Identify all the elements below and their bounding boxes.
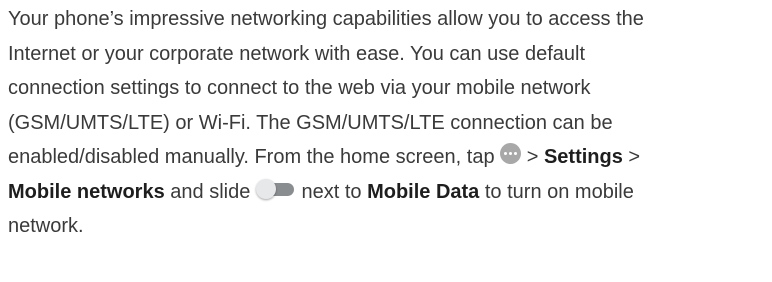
text-and-slide: and slide [170,180,251,203]
text-next-to: next to [301,180,362,203]
apps-icon [500,143,522,165]
mobile-data-label: Mobile Data [367,180,480,203]
text-line-3: connection settings to connect to the we… [8,77,591,99]
toggle-switch-icon [255,179,296,200]
text-line-7: network. [8,215,84,237]
settings-label: Settings [543,146,623,168]
text-line-2: Internet or your corporate network with … [8,42,586,65]
text-line-1: Your phone’s impressive networking capab… [8,8,644,30]
arrow-separator-2: > [628,146,641,168]
mobile-networks-label: Mobile networks [8,180,165,203]
text-line-4: (GSM/UMTS/LTE) or Wi-Fi. The GSM/UMTS/LT… [8,111,613,134]
text-line-5-start: enabled/disabled manually. From the home… [8,146,495,168]
text-turn-on: to turn on mobile [484,180,634,203]
text-line-6: Mobile networks and slide next to Mobile… [8,175,762,210]
arrow-separator: > [526,146,539,168]
text-line-5: enabled/disabled manually. From the home… [8,140,762,175]
document-paragraph: Your phone’s impressive networking capab… [0,0,772,282]
